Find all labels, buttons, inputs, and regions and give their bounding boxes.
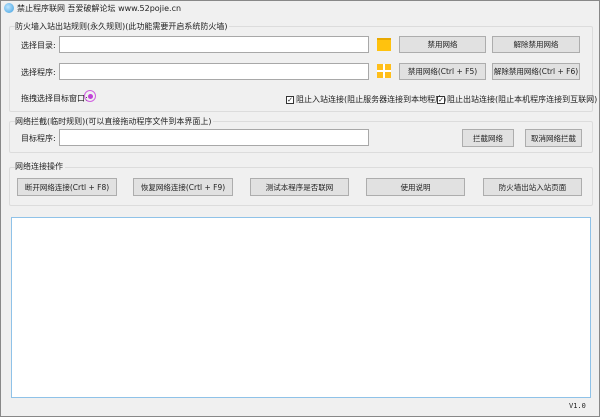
- disable-network-button[interactable]: 禁用网络: [399, 36, 486, 53]
- app-icon: [4, 3, 14, 13]
- crosshair-target-icon[interactable]: [84, 90, 96, 102]
- test-connectivity-button[interactable]: 测试本程序是否联网: [250, 178, 349, 196]
- disable-network-f5-button[interactable]: 禁用网络(Ctrl + F5): [399, 63, 486, 80]
- program-label: 选择程序:: [21, 68, 56, 77]
- block-outbound-checkbox[interactable]: ✓ 阻止出站连接(阻止本机程序连接到互联网): [437, 94, 597, 105]
- dir-label: 选择目录:: [21, 41, 56, 50]
- block-inbound-checkbox[interactable]: ✓ 阻止入站连接(阻止服务器连接到本地程序): [286, 94, 446, 105]
- program-input[interactable]: [59, 63, 369, 80]
- permanent-rules-label: 防火墙入站出站规则(永久规则)(此功能需要开启系统防火墙): [15, 21, 230, 32]
- block-inbound-label: 阻止入站连接(阻止服务器连接到本地程序): [296, 95, 447, 104]
- enable-network-button[interactable]: 解除禁用网络: [492, 36, 580, 53]
- window-title: 禁止程序联网 吾爱破解论坛 www.52pojie.cn: [17, 4, 182, 13]
- program-picker-icon[interactable]: [377, 64, 391, 78]
- target-program-label: 目标程序:: [21, 134, 56, 143]
- help-button[interactable]: 使用说明: [366, 178, 465, 196]
- firewall-page-button[interactable]: 防火墙出站入站页面: [483, 178, 582, 196]
- checkbox-checked-icon: ✓: [286, 95, 294, 104]
- unblock-network-button[interactable]: 取消网络拦截: [525, 129, 582, 147]
- target-program-input[interactable]: [59, 129, 369, 146]
- version-label: V1.0: [569, 402, 586, 410]
- temporary-rules-label: 网络拦截(临时规则)(可以直接拖动程序文件到本界面上): [15, 116, 214, 127]
- restore-network-button[interactable]: 恢复网络连接(Crtl + F9): [133, 178, 233, 196]
- enable-network-f6-button[interactable]: 解除禁用网络(Ctrl + F6): [492, 63, 580, 80]
- block-outbound-label: 阻止出站连接(阻止本机程序连接到互联网): [447, 95, 598, 104]
- drag-target-label: 拖拽选择目标窗口:: [21, 94, 88, 103]
- dir-input[interactable]: [59, 36, 369, 53]
- block-network-button[interactable]: 拦截网络: [462, 129, 514, 147]
- checkbox-checked-icon: ✓: [437, 95, 445, 104]
- folder-icon[interactable]: [377, 38, 391, 51]
- log-output[interactable]: [11, 217, 591, 398]
- disconnect-network-button[interactable]: 断开网络连接(Crtl + F8): [17, 178, 117, 196]
- network-ops-label: 网络连接操作: [15, 161, 65, 172]
